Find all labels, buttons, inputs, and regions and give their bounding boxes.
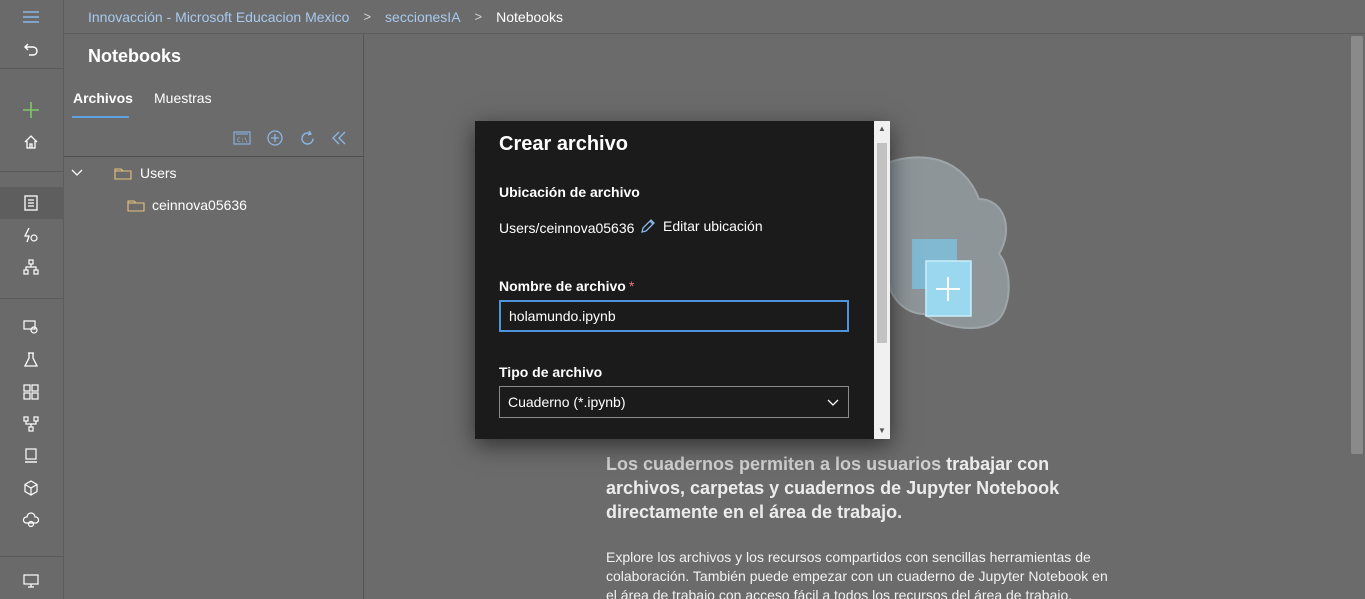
pencil-icon: [639, 217, 657, 235]
left-rail: [0, 0, 64, 599]
filename-label: Nombre de archivo *: [499, 278, 634, 294]
scroll-up-arrow-icon[interactable]: ▲: [878, 125, 886, 133]
required-asterisk: *: [628, 278, 635, 294]
tab-archivos[interactable]: Archivos: [73, 90, 133, 106]
tree-item-label: Users: [140, 165, 177, 181]
models-icon[interactable]: [20, 413, 42, 435]
tree-item-ceinnova05636[interactable]: ceinnova05636: [127, 197, 247, 213]
filetype-select[interactable]: Cuaderno (*.ipynb): [499, 386, 849, 418]
svg-text:C:\: C:\: [237, 137, 248, 144]
tree-item-users[interactable]: Users: [70, 165, 177, 181]
designer-icon[interactable]: [20, 256, 42, 278]
notebooks-icon[interactable]: [20, 192, 42, 214]
filetype-selected-value: Cuaderno (*.ipynb): [508, 394, 626, 410]
chevron-right-icon: >: [363, 9, 372, 24]
datastores-cloud-icon[interactable]: [20, 509, 42, 531]
datasets-icon[interactable]: [20, 316, 42, 338]
filename-label-text: Nombre de archivo: [499, 278, 626, 294]
home-icon[interactable]: [20, 131, 42, 153]
pipelines-icon[interactable]: [20, 381, 42, 403]
breadcrumb-workspace[interactable]: Innovacción - Microsoft Educacion Mexico: [88, 9, 349, 25]
compute-cube-icon[interactable]: [20, 477, 42, 499]
open-terminal-icon[interactable]: C:\: [233, 129, 251, 147]
folder-icon: [127, 198, 145, 212]
folder-icon: [114, 166, 132, 180]
notebooks-panel: Notebooks Archivos Muestras C:\ Users ce…: [64, 34, 364, 599]
filename-input[interactable]: holamundo.ipynb: [499, 300, 849, 332]
create-file-dialog: Crear archivo Ubicación de archivo Users…: [475, 121, 890, 439]
back-arrow-icon[interactable]: [20, 38, 42, 60]
info-headline-dim: Los cuadernos permiten a los usuarios: [606, 454, 942, 474]
dialog-title: Crear archivo: [499, 133, 628, 155]
scroll-down-arrow-icon[interactable]: ▼: [878, 427, 886, 435]
endpoints-icon[interactable]: [20, 445, 42, 467]
create-new-plus-icon[interactable]: [20, 99, 42, 121]
refresh-icon[interactable]: [298, 129, 316, 147]
dialog-scrollbar-thumb[interactable]: [877, 143, 887, 343]
scrollbar-thumb[interactable]: [1351, 36, 1363, 454]
hamburger-menu-icon[interactable]: [20, 6, 42, 28]
tab-active-indicator: [72, 116, 129, 118]
create-new-file-icon[interactable]: [266, 129, 284, 147]
experiments-flask-icon[interactable]: [20, 349, 42, 371]
panel-title: Notebooks: [88, 46, 182, 66]
breadcrumb-section[interactable]: seccionesIA: [385, 9, 460, 25]
dialog-scrollbar[interactable]: ▲ ▼: [874, 121, 890, 439]
breadcrumb: Innovacción - Microsoft Educacion Mexico…: [64, 0, 1365, 34]
info-headline: Los cuadernos permiten a los usuarios tr…: [606, 452, 1116, 524]
location-value: Users/ceinnova05636: [499, 220, 635, 236]
breadcrumb-current: Notebooks: [496, 8, 564, 25]
chevron-right-icon: >: [474, 9, 483, 24]
filetype-label: Tipo de archivo: [499, 364, 603, 380]
tree-divider: [64, 156, 364, 157]
chevron-down-icon: [826, 395, 840, 409]
main-scrollbar[interactable]: [1349, 34, 1365, 599]
tree-item-label: ceinnova05636: [152, 197, 247, 213]
info-body: Explore los archivos y los recursos comp…: [606, 549, 1108, 599]
tab-muestras[interactable]: Muestras: [154, 90, 212, 106]
edit-location-label: Editar ubicación: [663, 218, 763, 234]
edit-location-button[interactable]: Editar ubicación: [639, 217, 763, 235]
compute-monitor-icon[interactable]: [20, 570, 42, 592]
chevron-down-icon[interactable]: [70, 166, 84, 180]
location-label: Ubicación de archivo: [499, 184, 640, 200]
collapse-panel-icon[interactable]: [330, 129, 348, 147]
automated-ml-icon[interactable]: [20, 224, 42, 246]
